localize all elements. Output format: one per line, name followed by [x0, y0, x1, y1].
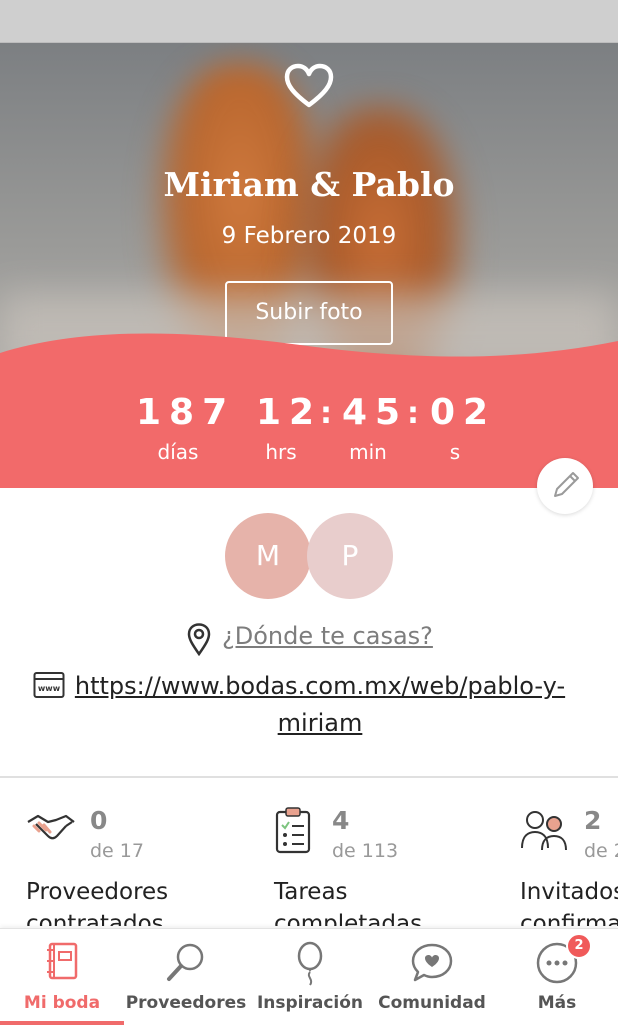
divider [0, 776, 618, 778]
countdown-minutes-label: min [349, 440, 387, 464]
notebook-icon [47, 942, 78, 980]
handshake-icon [27, 814, 75, 840]
stat-tasks-number: 4 [332, 806, 350, 835]
chat-heart-icon [411, 943, 453, 982]
pencil-icon [554, 472, 579, 497]
website-link[interactable]: https://www.bodas.com.mx/web/pablo-y- mi… [70, 668, 570, 742]
nav-item-proveedores[interactable]: Proveedores [124, 929, 248, 1025]
stat-guests-title: Invitados [520, 879, 618, 905]
search-icon [167, 943, 204, 981]
avatar[interactable]: M [225, 513, 311, 599]
countdown-minutes: 45 [342, 392, 409, 433]
countdown-seconds-label: s [449, 440, 461, 464]
bottom-nav: Mi boda Proveedores Inspiración Comunida… [0, 928, 618, 1025]
nav-item-mi-boda[interactable]: Mi boda [0, 929, 124, 1025]
location-pin-icon [187, 623, 211, 656]
website-link-line: miriam [277, 709, 363, 737]
website-link-line: https://www.bodas.com.mx/web/pablo-y- [74, 672, 566, 700]
active-tab-indicator [0, 1021, 124, 1025]
countdown-hours-label: hrs [265, 440, 297, 464]
nav-label: Comunidad [378, 993, 486, 1013]
heart-icon [284, 63, 334, 108]
wedding-date: 9 Febrero 2019 [221, 223, 397, 249]
nav-item-comunidad[interactable]: Comunidad [372, 929, 492, 1025]
couple-name: Miriam & Pablo [163, 165, 455, 204]
balloon-icon [297, 941, 323, 986]
notification-badge: 2 [566, 933, 592, 959]
nav-label: Más [537, 993, 577, 1013]
stat-guests-total: de 2 [584, 840, 618, 862]
stat-guests-title: confirmados [520, 911, 618, 926]
svg-text:www: www [38, 684, 61, 693]
stat-vendors-title: Proveedores [26, 879, 169, 905]
nav-label: Proveedores [125, 993, 247, 1013]
countdown-days: 187 [136, 392, 236, 433]
nav-item-inspiracion[interactable]: Inspiración [248, 929, 372, 1025]
nav-item-mas[interactable]: Más [496, 929, 618, 1025]
stat-vendors-number: 0 [90, 806, 108, 835]
stat-vendors-title: contratados [26, 911, 164, 926]
checklist-icon [275, 807, 311, 854]
countdown-seconds: 02 [430, 392, 497, 433]
edit-button[interactable] [537, 458, 593, 514]
countdown-separator: : [407, 396, 419, 431]
countdown-separator: : [320, 396, 332, 431]
stat-tasks-total: de 113 [332, 840, 399, 862]
stat-vendors-total: de 17 [90, 840, 144, 862]
countdown-days-label: días [157, 440, 199, 464]
stat-tasks-title: completadas [274, 911, 423, 926]
location-link[interactable]: ¿Dónde te casas? [222, 622, 433, 650]
countdown-hours: 12 [256, 392, 323, 433]
guests-icon [521, 811, 567, 851]
stat-guests-number: 2 [584, 806, 602, 835]
website-icon: www [33, 672, 65, 698]
stat-guests[interactable]: 2 de 2 Invitados confirmados [520, 802, 618, 928]
avatar[interactable]: P [307, 513, 393, 599]
nav-label: Inspiración [256, 993, 364, 1013]
status-bar [0, 0, 618, 43]
nav-label: Mi boda [23, 993, 101, 1013]
stat-tasks-title: Tareas [274, 879, 348, 905]
